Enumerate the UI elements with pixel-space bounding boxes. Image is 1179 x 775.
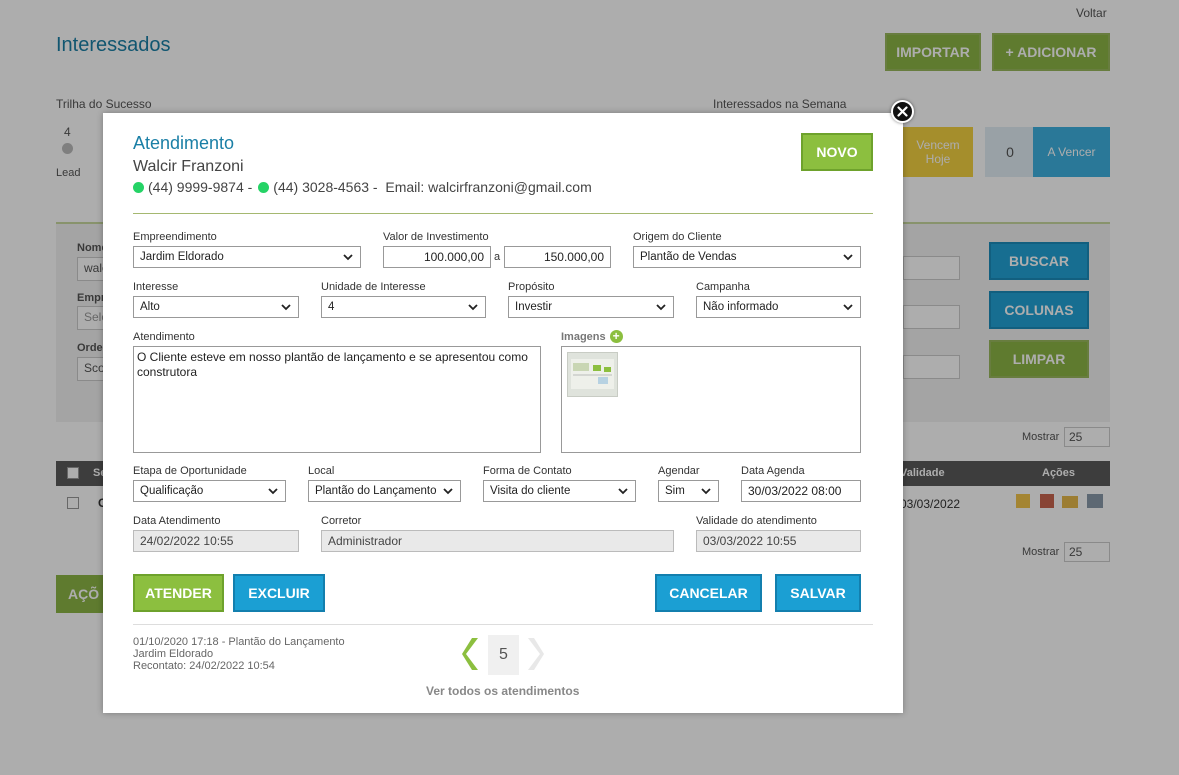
history-line-1: 01/10/2020 17:18 - Plantão do Lançamento <box>133 636 345 648</box>
investimento-label: Valor de Investimento <box>383 231 489 243</box>
close-x-icon <box>897 106 908 117</box>
image-thumbnail[interactable] <box>567 352 618 397</box>
forma-value: Visita do cliente <box>490 485 571 497</box>
atendimento-label: Atendimento <box>133 331 195 343</box>
next-arrow-icon[interactable] <box>523 636 545 672</box>
whatsapp-icon <box>133 181 144 193</box>
corretor-input: Administrador <box>321 530 674 552</box>
etapa-label: Etapa de Oportunidade <box>133 465 247 477</box>
atender-button[interactable]: ATENDER <box>133 574 224 612</box>
interesse-select[interactable]: Alto <box>133 296 299 318</box>
chevron-down-icon <box>618 488 628 495</box>
origem-select[interactable]: Plantão de Vendas <box>633 246 861 268</box>
unidade-label: Unidade de Interesse <box>321 281 426 293</box>
empreendimento-label: Empreendimento <box>133 231 217 243</box>
contact-line: (44) 9999-9874 - (44) 3028-4563 - Email:… <box>133 179 592 195</box>
thumbnail-map-icon <box>571 359 614 389</box>
chevron-down-icon <box>443 488 453 495</box>
imagens-header: Imagens + <box>561 330 623 343</box>
empreendimento-select[interactable]: Jardim Eldorado <box>133 246 361 268</box>
forma-label: Forma de Contato <box>483 465 572 477</box>
prev-arrow-icon[interactable] <box>461 636 483 672</box>
phone-1: (44) 9999-9874 - <box>148 179 253 195</box>
origem-value: Plantão de Vendas <box>640 251 737 263</box>
unidade-select[interactable]: 4 <box>321 296 486 318</box>
attendance-modal: Atendimento Walcir Franzoni (44) 9999-98… <box>103 113 903 713</box>
chevron-down-icon <box>268 488 278 495</box>
agendar-label: Agendar <box>658 465 700 477</box>
forma-select[interactable]: Visita do cliente <box>483 480 636 502</box>
modal-title: Atendimento <box>133 133 235 153</box>
interesse-value: Alto <box>140 301 160 313</box>
local-select[interactable]: Plantão do Lançamento <box>308 480 461 502</box>
new-button[interactable]: NOVO <box>801 133 873 171</box>
salvar-button[interactable]: SALVAR <box>775 574 861 612</box>
agendar-select[interactable]: Sim <box>658 480 719 502</box>
chevron-down-icon <box>343 254 353 261</box>
client-name: Walcir Franzoni <box>133 158 244 175</box>
chevron-down-icon <box>843 254 853 261</box>
validade-input: 03/03/2022 10:55 <box>696 530 861 552</box>
chevron-down-icon <box>656 304 666 311</box>
phone-2: (44) 3028-4563 <box>273 179 370 195</box>
footer-divider <box>133 624 873 625</box>
validade-label: Validade do atendimento <box>696 515 817 527</box>
proposito-value: Investir <box>515 301 553 313</box>
page-number: 5 <box>488 635 519 675</box>
agendar-value: Sim <box>665 485 685 497</box>
data-atendimento-label: Data Atendimento <box>133 515 221 527</box>
imagens-label: Imagens <box>561 330 606 343</box>
chevron-down-icon <box>281 304 291 311</box>
close-icon[interactable] <box>891 100 914 123</box>
campanha-value: Não informado <box>703 301 779 313</box>
atendimento-textarea[interactable]: O Cliente esteve em nosso plantão de lan… <box>133 346 541 453</box>
history-line-3: Recontato: 24/02/2022 10:54 <box>133 660 275 672</box>
cancelar-button[interactable]: CANCELAR <box>655 574 762 612</box>
data-atendimento-input: 24/02/2022 10:55 <box>133 530 299 552</box>
excluir-button[interactable]: EXCLUIR <box>233 574 325 612</box>
proposito-label: Propósito <box>508 281 555 293</box>
email: - Email: walcirfranzoni@gmail.com <box>369 179 592 195</box>
header-divider <box>133 213 873 214</box>
view-all-link[interactable]: Ver todos os atendimentos <box>426 684 579 698</box>
investimento-separator: a <box>494 251 501 263</box>
add-image-icon[interactable]: + <box>609 330 623 343</box>
etapa-value: Qualificação <box>140 485 204 497</box>
local-value: Plantão do Lançamento <box>315 485 437 497</box>
history-line-2: Jardim Eldorado <box>133 648 214 660</box>
campanha-label: Campanha <box>696 281 750 293</box>
unidade-value: 4 <box>328 301 335 313</box>
investimento-max-input[interactable]: 150.000,00 <box>504 246 611 268</box>
chevron-down-icon <box>468 304 478 311</box>
origem-label: Origem do Cliente <box>633 231 722 243</box>
corretor-label: Corretor <box>321 515 362 527</box>
local-label: Local <box>308 465 335 477</box>
etapa-select[interactable]: Qualificação <box>133 480 286 502</box>
interesse-label: Interesse <box>133 281 179 293</box>
chevron-down-icon <box>843 304 853 311</box>
proposito-select[interactable]: Investir <box>508 296 674 318</box>
data-agenda-input[interactable]: 30/03/2022 08:00 <box>741 480 861 502</box>
history-entry: 01/10/2020 17:18 - Plantão do Lançamento… <box>133 636 345 672</box>
whatsapp-icon <box>258 181 270 193</box>
data-agenda-label: Data Agenda <box>741 465 805 477</box>
chevron-down-icon <box>701 488 711 495</box>
empreendimento-value: Jardim Eldorado <box>140 251 224 263</box>
campanha-select[interactable]: Não informado <box>696 296 861 318</box>
investimento-min-input[interactable]: 100.000,00 <box>383 246 491 268</box>
